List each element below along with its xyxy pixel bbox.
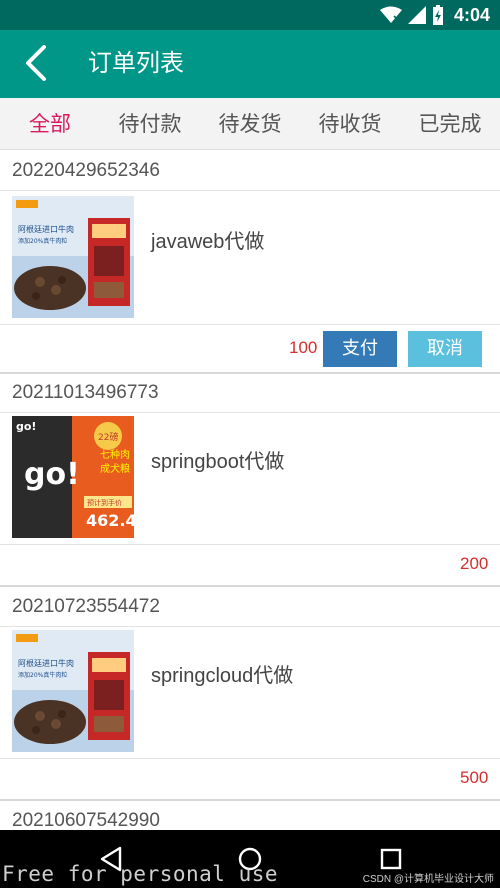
page-title: 订单列表 (88, 49, 184, 77)
order-card: 20210607542990 (0, 802, 500, 830)
product-image[interactable]: 阿根廷进口牛肉 添加20%真牛肉粒 (12, 196, 134, 318)
divider (0, 758, 500, 759)
product-image[interactable]: go! go! 22磅 七种肉 成犬粮 预计到手价 462.4 (12, 416, 134, 538)
divider (0, 324, 500, 325)
battery-charging-icon (432, 5, 443, 25)
tab-pending-shipment[interactable]: 待发货 (200, 98, 300, 149)
order-number: 20210607542990 (12, 810, 160, 830)
order-list[interactable]: 20220429652346 阿根廷进口牛肉 添加20%真牛肉粒 javaweb… (0, 150, 500, 830)
pack-badge: 22磅 (98, 431, 118, 443)
credit-text: CSDN @计算机毕业设计大师 (362, 874, 494, 885)
product-name[interactable]: javaweb代做 (151, 225, 264, 254)
app-bar: 订单列表 (0, 30, 500, 98)
back-button[interactable] (12, 39, 60, 87)
product-image[interactable]: 阿根廷进口牛肉 添加20%真牛肉粒 (12, 630, 134, 752)
home-circle-icon[interactable] (235, 844, 265, 874)
order-price: 200 (460, 554, 489, 573)
pack-tagline: 阿根廷进口牛肉 (18, 658, 74, 668)
tab-completed[interactable]: 已完成 (400, 98, 500, 149)
pack-promo-2: 成犬粮 (100, 462, 130, 475)
order-number: 20211013496773 (12, 382, 159, 403)
order-status-tabs: 全部 待付款 待发货 待收货 已完成 (0, 98, 500, 150)
order-price: 100 (289, 338, 318, 357)
order-number: 20220429652346 (12, 160, 160, 181)
chevron-left-icon (26, 45, 46, 81)
product-name[interactable]: springcloud代做 (151, 659, 293, 688)
pack-promo-1: 七种肉 (100, 448, 130, 461)
tab-pending-receipt[interactable]: 待收货 (300, 98, 400, 149)
order-separator (0, 585, 500, 587)
divider (0, 544, 500, 545)
divider (0, 626, 500, 627)
order-separator (0, 799, 500, 801)
pack-subline: 添加20%真牛肉粒 (18, 671, 67, 679)
wifi-icon (379, 6, 402, 23)
pack-brand-small: go! (16, 420, 36, 433)
pack-price-banner: 预计到手价 (87, 498, 122, 507)
divider (0, 412, 500, 413)
pack-subline: 添加20%真牛肉粒 (18, 237, 67, 245)
order-card: 20211013496773 go! go! 22磅 七种肉 成犬粮 预计到手价… (0, 374, 500, 588)
order-card: 20210723554472 阿根廷进口牛肉 添加20%真牛肉粒 springc… (0, 588, 500, 802)
back-triangle-icon[interactable] (96, 844, 126, 874)
status-bar: 4:04 (0, 0, 500, 30)
pack-price: 462.4 (86, 511, 134, 530)
order-price: 500 (460, 768, 489, 787)
signal-icon (407, 6, 426, 24)
status-time: 4:04 (453, 4, 490, 25)
pack-brand: go! (24, 457, 80, 492)
pack-tagline: 阿根廷进口牛肉 (18, 224, 74, 234)
product-name[interactable]: springboot代做 (151, 445, 284, 474)
tab-all[interactable]: 全部 (0, 98, 100, 149)
pay-button[interactable]: 支付 (323, 331, 397, 367)
tab-pending-payment[interactable]: 待付款 (100, 98, 200, 149)
divider (0, 190, 500, 191)
order-number: 20210723554472 (12, 596, 160, 617)
order-card: 20220429652346 阿根廷进口牛肉 添加20%真牛肉粒 javaweb… (0, 152, 500, 374)
cancel-button[interactable]: 取消 (408, 331, 482, 367)
